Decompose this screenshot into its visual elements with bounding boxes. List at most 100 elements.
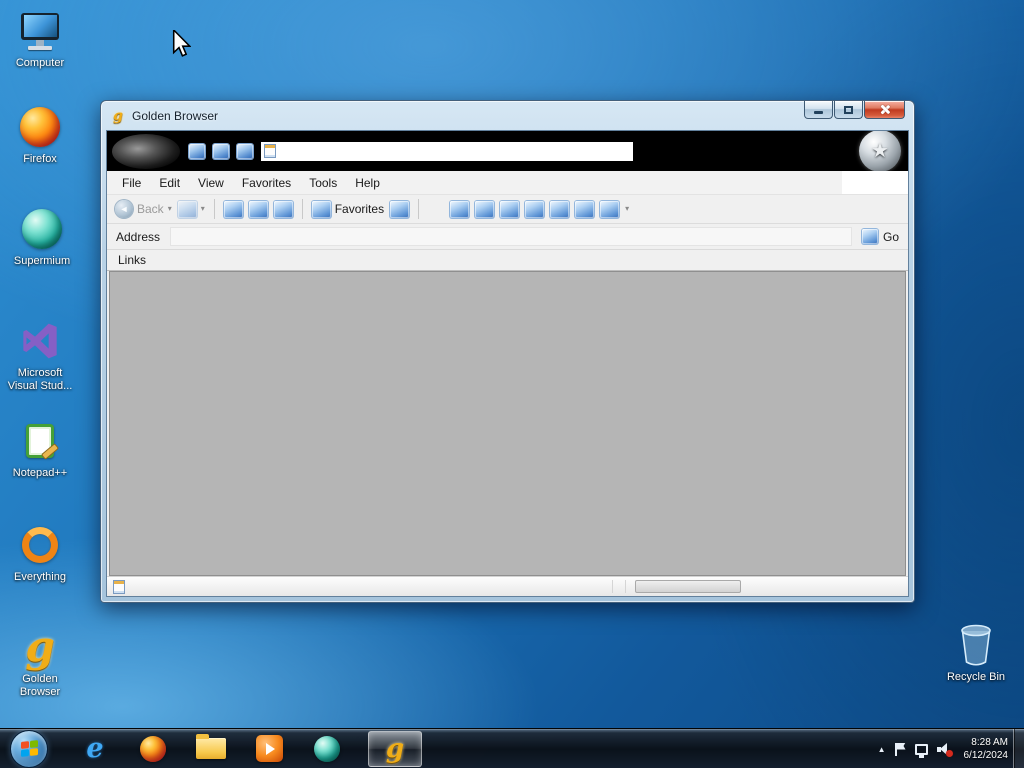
history-button[interactable] [390, 200, 410, 218]
desktop-icon-visual-studio[interactable]: Microsoft Visual Stud... [2, 318, 78, 392]
desktop-icon-computer[interactable]: Computer [2, 8, 78, 70]
forward-button[interactable]: ▾ [177, 200, 205, 218]
volume-icon[interactable] [936, 743, 953, 757]
band-icon-2[interactable] [213, 143, 229, 159]
desktop-icon-supermium[interactable]: Supermium [4, 206, 80, 268]
band-icon-3[interactable] [237, 143, 253, 159]
desktop-icon-label: Computer [15, 57, 65, 69]
desktop-icon-label: Supermium [13, 255, 71, 267]
back-dropdown-icon[interactable]: ▾ [168, 205, 172, 213]
quick-address-input[interactable] [276, 143, 630, 159]
favorites-button[interactable]: Favorites [311, 200, 385, 218]
golden-browser-icon: g [385, 733, 405, 764]
address-input[interactable] [170, 227, 852, 246]
media-player-icon [255, 735, 283, 762]
toolbar-icon-7[interactable] [600, 200, 620, 218]
status-scrollbar-thumb[interactable] [635, 580, 741, 593]
maximize-button[interactable] [834, 101, 863, 119]
window-title: Golden Browser [132, 108, 219, 123]
menu-file[interactable]: File [113, 171, 150, 194]
notepadpp-icon [2, 418, 78, 464]
go-label: Go [882, 229, 899, 244]
minimize-button[interactable] [804, 101, 833, 119]
go-icon [861, 229, 878, 244]
desktop-icon-everything[interactable]: Everything [2, 522, 78, 584]
toolbar-icon-4[interactable] [525, 200, 545, 218]
minimize-icon [814, 110, 823, 114]
band-icon-1[interactable] [189, 143, 205, 159]
desktop-icon-label: Notepad++ [12, 467, 68, 479]
supermium-icon [4, 206, 80, 252]
close-button[interactable] [864, 101, 905, 119]
supermium-icon [314, 735, 340, 762]
toolbar-icon-3[interactable] [500, 200, 520, 218]
taskbar-internet-explorer-button[interactable]: e [78, 732, 112, 766]
status-separator [612, 580, 613, 593]
internet-explorer-icon: e [86, 733, 104, 764]
start-button[interactable] [10, 729, 48, 768]
toolbar-overflow-icon[interactable]: ▾ [625, 205, 629, 213]
home-button[interactable] [273, 200, 293, 218]
menu-favorites[interactable]: Favorites [233, 171, 300, 194]
desktop-icon-golden-browser[interactable]: g Golden Browser [2, 624, 78, 698]
desktop-icon-label: Golden Browser [19, 673, 61, 698]
toolbar-icon-5[interactable] [550, 200, 570, 218]
back-icon: ◄ [115, 200, 133, 218]
window-titlebar[interactable]: g Golden Browser [101, 101, 914, 130]
menu-help[interactable]: Help [346, 171, 389, 194]
toolbar-separator [301, 199, 303, 219]
taskbar-explorer-button[interactable] [194, 732, 228, 766]
clock-date: 6/12/2024 [963, 750, 1009, 761]
star-icon: ★ [871, 140, 889, 162]
taskbar-firefox-button[interactable] [136, 732, 170, 766]
go-button[interactable]: Go [861, 229, 899, 244]
menu-right-panel [842, 171, 908, 194]
taskbar-supermium-button[interactable] [310, 732, 344, 766]
toolbar-icon-6[interactable] [575, 200, 595, 218]
desktop-icon-label: Everything [14, 571, 66, 583]
window-body: ★ File Edit View Favorites Tools Help ◄ … [106, 130, 909, 597]
page-icon [264, 144, 276, 158]
toolbar-icon-2[interactable] [475, 200, 495, 218]
taskbar: e g ▲ 8:28 AM 6/12/2024 [0, 728, 1024, 768]
page-content-area[interactable] [109, 271, 906, 576]
desktop-icon-firefox[interactable]: Firefox [2, 104, 78, 166]
maximize-icon [844, 105, 853, 114]
taskbar-media-player-button[interactable] [252, 732, 286, 766]
toolbar-separator [418, 199, 420, 219]
mouse-cursor [172, 28, 192, 63]
desktop-icon-label: Microsoft Visual Stud... [7, 367, 73, 392]
stop-button[interactable] [223, 200, 243, 218]
everything-icon [2, 522, 78, 568]
band-quick-icons [189, 143, 253, 159]
show-desktop-button[interactable] [1013, 729, 1024, 768]
tray-expand-icon[interactable]: ▲ [878, 745, 886, 754]
links-bar[interactable]: Links [107, 250, 908, 271]
taskbar-golden-browser-button[interactable]: g [368, 730, 422, 767]
action-center-icon[interactable] [894, 742, 906, 756]
desktop-icon-recycle-bin[interactable]: Recycle Bin [938, 622, 1014, 684]
address-bar: Address Go [107, 224, 908, 250]
forward-dropdown-icon[interactable]: ▾ [201, 205, 205, 213]
refresh-button[interactable] [248, 200, 268, 218]
desktop-icon-label: Firefox [23, 153, 57, 165]
menu-bar: File Edit View Favorites Tools Help [107, 171, 908, 195]
toolbar-icon-1[interactable] [450, 200, 470, 218]
network-icon[interactable] [914, 743, 928, 758]
browser-header-band: ★ [107, 131, 908, 172]
favorites-label: Favorites [334, 202, 385, 216]
system-tray: ▲ 8:28 AM 6/12/2024 [878, 729, 1008, 768]
quick-address-field[interactable] [261, 141, 633, 161]
folder-icon [196, 734, 226, 759]
golden-browser-icon: g [25, 622, 55, 671]
favorites-icon [311, 200, 331, 218]
firefox-icon [2, 104, 78, 150]
back-button[interactable]: ◄ Back ▾ [115, 200, 172, 218]
menu-view[interactable]: View [189, 171, 233, 194]
desktop-icon-notepadpp[interactable]: Notepad++ [2, 418, 78, 480]
tray-clock[interactable]: 8:28 AM 6/12/2024 [964, 736, 1009, 763]
menu-edit[interactable]: Edit [150, 171, 189, 194]
menu-tools[interactable]: Tools [300, 171, 346, 194]
toolbar-separator [213, 199, 215, 219]
windows-flag-icon [20, 740, 38, 757]
